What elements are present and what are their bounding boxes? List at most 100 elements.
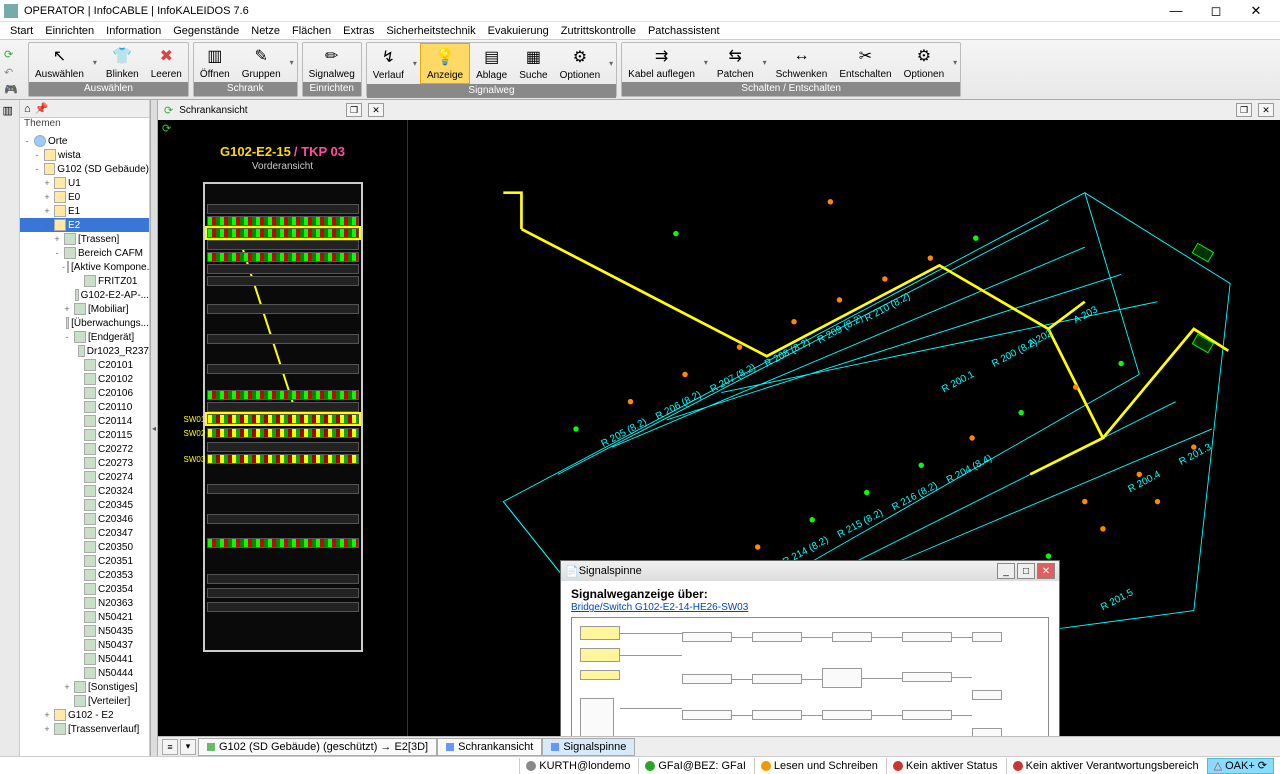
menu-netze[interactable]: Netze bbox=[245, 25, 286, 37]
ribbon-auswählen-button[interactable]: ↖Auswählen bbox=[29, 43, 90, 82]
close-main-icon[interactable]: ✕ bbox=[1258, 103, 1274, 117]
sensor-dot[interactable] bbox=[864, 490, 869, 495]
ribbon-schwenken-button[interactable]: ↔Schwenken bbox=[770, 43, 834, 82]
tree-node[interactable]: C20272 bbox=[20, 442, 149, 456]
rack-unit[interactable] bbox=[207, 334, 359, 344]
menu-einrichten[interactable]: Einrichten bbox=[39, 25, 100, 37]
ribbon-patchen-button[interactable]: ⇆Patchen bbox=[711, 43, 760, 82]
palette-icon[interactable]: ▥ bbox=[3, 104, 17, 118]
ribbon-gruppen-button[interactable]: ✎Gruppen bbox=[236, 43, 287, 82]
rack-unit[interactable]: SW03 bbox=[207, 454, 359, 464]
sensor-dot[interactable] bbox=[1073, 384, 1078, 389]
rack-unit[interactable] bbox=[207, 216, 359, 226]
tree-node[interactable]: C20101 bbox=[20, 358, 149, 372]
popup-close-button[interactable]: ✕ bbox=[1037, 563, 1055, 579]
rack-view[interactable]: ⟳ G102-E2-15 / TKP 03 Vorderansicht SW01… bbox=[158, 120, 408, 756]
tree-node[interactable]: N50421 bbox=[20, 610, 149, 624]
bottom-tab[interactable]: G102 (SD Gebäude) (geschützt) → E2[3D] bbox=[198, 738, 437, 756]
tab-menu-icon[interactable]: ≡ bbox=[162, 739, 178, 755]
tree-node[interactable]: C20273 bbox=[20, 456, 149, 470]
ribbon-suche-button[interactable]: ▦Suche bbox=[513, 43, 553, 84]
tree-node[interactable]: +G102 - E2 bbox=[20, 708, 149, 722]
signal-node[interactable] bbox=[580, 670, 620, 680]
expand-icon[interactable]: + bbox=[42, 206, 52, 216]
tree-node[interactable]: C20115 bbox=[20, 428, 149, 442]
tree-node[interactable]: +[Trassen] bbox=[20, 232, 149, 246]
tree-node[interactable]: +[Mobiliar] bbox=[20, 302, 149, 316]
signal-node[interactable] bbox=[822, 668, 862, 688]
tab-filter-icon[interactable]: ▾ bbox=[180, 739, 196, 755]
tree-node[interactable]: C20354 bbox=[20, 582, 149, 596]
expand-icon[interactable]: + bbox=[62, 682, 72, 692]
rack-unit[interactable] bbox=[207, 304, 359, 314]
ribbon-leeren-button[interactable]: ✖Leeren bbox=[145, 43, 188, 82]
rack-unit[interactable]: SW02 bbox=[207, 428, 359, 438]
signal-node[interactable] bbox=[822, 710, 872, 720]
signal-node[interactable] bbox=[902, 632, 952, 642]
sensor-dot[interactable] bbox=[928, 255, 933, 260]
signal-node[interactable] bbox=[682, 710, 732, 720]
rack-unit[interactable] bbox=[207, 252, 359, 262]
tree-node[interactable]: Dr1023_R237 bbox=[20, 344, 149, 358]
restore-icon[interactable]: ❐ bbox=[346, 103, 362, 117]
dropdown-icon[interactable]: ▾ bbox=[410, 43, 420, 84]
tree-node[interactable]: C20345 bbox=[20, 498, 149, 512]
tree-node[interactable]: G102-E2-AP-... bbox=[20, 288, 149, 302]
menu-sicherheitstechnik[interactable]: Sicherheitstechnik bbox=[380, 25, 481, 37]
tree-view[interactable]: - Orte -wista-G102 (SD Gebäude)+U1+E0+E1… bbox=[20, 132, 149, 756]
rack-unit[interactable] bbox=[207, 276, 359, 286]
rack-unit[interactable] bbox=[207, 588, 359, 598]
tree-node[interactable]: -wista bbox=[20, 148, 149, 162]
ribbon-kabel-auflegen-button[interactable]: ⇉Kabel auflegen bbox=[622, 43, 701, 82]
sensor-dot[interactable] bbox=[1082, 499, 1087, 504]
refresh-rack-icon[interactable]: ⟳ bbox=[162, 122, 176, 136]
dropdown-icon[interactable]: ▾ bbox=[760, 43, 770, 82]
sensor-dot[interactable] bbox=[1155, 499, 1160, 504]
rack-unit[interactable] bbox=[207, 538, 359, 548]
maximize-button[interactable]: ◻ bbox=[1196, 1, 1236, 21]
sensor-dot[interactable] bbox=[1018, 410, 1023, 415]
sensor-dot[interactable] bbox=[809, 517, 814, 522]
sensor-dot[interactable] bbox=[737, 344, 742, 349]
tree-node[interactable]: -[Aktive Kompone... bbox=[20, 260, 149, 274]
tree-node[interactable]: C20346 bbox=[20, 512, 149, 526]
undo-icon[interactable]: ↶ bbox=[4, 66, 18, 80]
signal-node[interactable] bbox=[972, 632, 1002, 642]
tree-node[interactable]: -G102 (SD Gebäude) bbox=[20, 162, 149, 176]
expand-icon[interactable]: - bbox=[32, 164, 42, 174]
expand-icon[interactable]: + bbox=[42, 178, 52, 188]
sensor-dot[interactable] bbox=[791, 319, 796, 324]
menu-extras[interactable]: Extras bbox=[337, 25, 380, 37]
tree-node[interactable]: C20102 bbox=[20, 372, 149, 386]
dropdown-icon[interactable]: ▾ bbox=[701, 43, 711, 82]
signalspinne-popup[interactable]: 📄 Signalspinne _ □ ✕ Signalweganzeige üb… bbox=[560, 560, 1060, 756]
expand-icon[interactable]: - bbox=[32, 150, 42, 160]
rack-unit[interactable] bbox=[207, 240, 359, 250]
rack-unit[interactable] bbox=[207, 574, 359, 584]
game-icon[interactable]: 🎮 bbox=[4, 83, 18, 97]
ribbon-signalweg-button[interactable]: ✏Signalweg bbox=[303, 43, 361, 82]
sensor-dot[interactable] bbox=[837, 297, 842, 302]
expand-icon[interactable]: + bbox=[42, 724, 52, 734]
tree-node[interactable]: FRITZ01 bbox=[20, 274, 149, 288]
rack-unit[interactable] bbox=[207, 514, 359, 524]
close-pane-icon[interactable]: ✕ bbox=[368, 103, 384, 117]
tree-node[interactable]: C20347 bbox=[20, 526, 149, 540]
tree-node[interactable]: +E1 bbox=[20, 204, 149, 218]
popup-link[interactable]: Bridge/Switch G102-E2-14-HE26-SW03 bbox=[571, 602, 748, 613]
ribbon-anzeige-button[interactable]: 💡Anzeige bbox=[420, 43, 470, 84]
popup-maximize-button[interactable]: □ bbox=[1017, 563, 1035, 579]
tree-node[interactable]: [Überwachungs... bbox=[20, 316, 149, 330]
signal-node[interactable] bbox=[682, 674, 732, 684]
sensor-dot[interactable] bbox=[1100, 526, 1105, 531]
pin-icon[interactable]: 📌 bbox=[35, 102, 49, 115]
ribbon-entschalten-button[interactable]: ✂Entschalten bbox=[833, 43, 897, 82]
rack-unit[interactable] bbox=[207, 364, 359, 374]
tree-node[interactable]: N50435 bbox=[20, 624, 149, 638]
tree-node[interactable]: N50444 bbox=[20, 666, 149, 680]
tree-node[interactable]: N50441 bbox=[20, 652, 149, 666]
rack-unit[interactable] bbox=[207, 602, 359, 612]
minimize-button[interactable]: — bbox=[1156, 1, 1196, 21]
tree-node[interactable]: C20114 bbox=[20, 414, 149, 428]
rack-unit[interactable] bbox=[207, 204, 359, 214]
